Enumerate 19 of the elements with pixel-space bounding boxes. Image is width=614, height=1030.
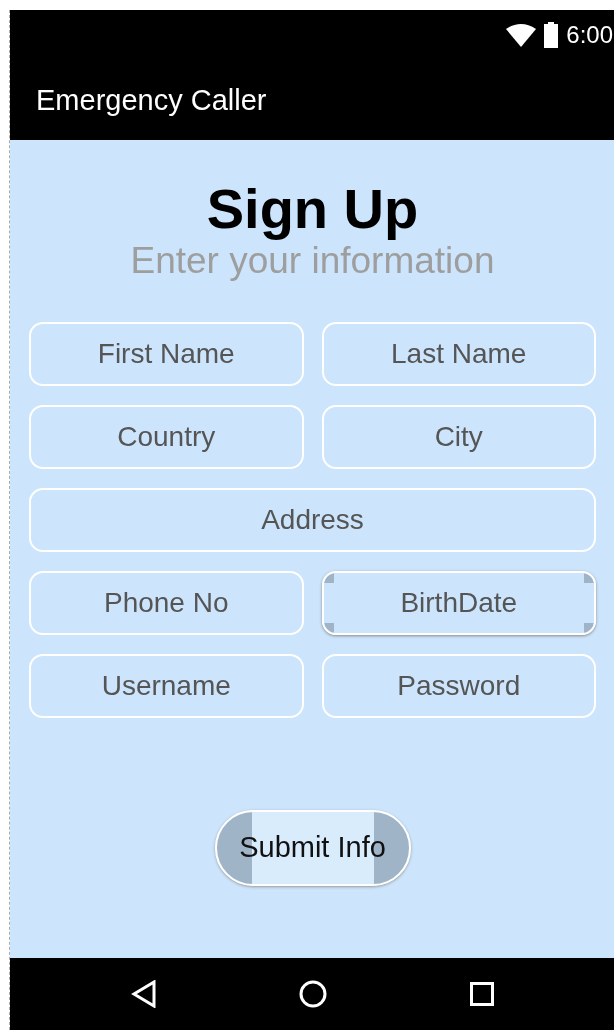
input-field[interactable]: First Name [29, 321, 304, 386]
status-time: 6:00 [566, 21, 613, 49]
input-field[interactable]: Phone No [29, 570, 304, 635]
input-field[interactable]: Username [29, 653, 304, 718]
home-icon[interactable] [299, 980, 328, 1008]
page-heading: Sign Up [206, 178, 419, 240]
input-field[interactable]: City [321, 404, 596, 469]
input-field[interactable]: Country [29, 404, 304, 469]
date-field[interactable]: BirthDate [321, 570, 596, 635]
recents-icon[interactable] [469, 982, 494, 1006]
app-title: Emergency Caller [36, 83, 267, 117]
back-icon[interactable] [131, 980, 158, 1008]
input-field[interactable]: Address [29, 487, 596, 552]
battery-icon [544, 22, 559, 48]
submit-button[interactable]: Submit Info [214, 809, 411, 886]
wifi-icon [506, 23, 537, 47]
input-field[interactable]: Last Name [321, 321, 596, 386]
input-field[interactable]: Password [321, 653, 596, 718]
page-subheading: Enter your information [130, 239, 495, 282]
